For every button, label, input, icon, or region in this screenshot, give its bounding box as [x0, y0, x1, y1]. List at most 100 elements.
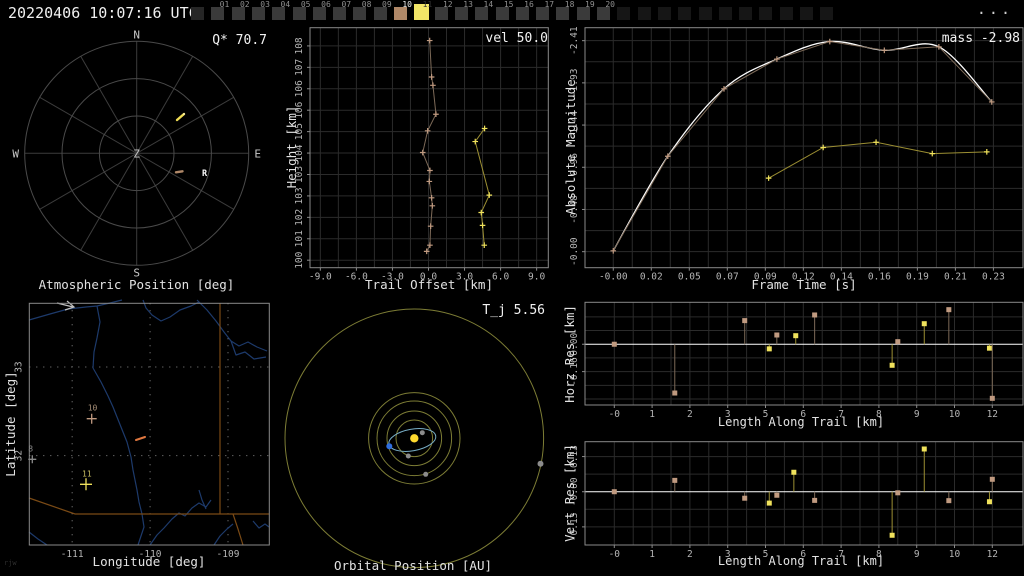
frame-cell-06: 06 — [312, 0, 333, 25]
data-point-marker — [611, 341, 617, 347]
frame-label: 07 — [341, 0, 352, 9]
data-point-marker — [774, 56, 780, 62]
data-point-marker — [774, 492, 780, 498]
residuals-charts: -0 1 2 3 5 6 7 8 9 10 120.00-0.16-0 1 2 3 5 6 7 8 9 10 120.1… — [569, 301, 1024, 560]
data-point-marker — [765, 175, 772, 181]
frame-box[interactable] — [698, 7, 712, 20]
frame-cell — [739, 0, 759, 25]
frame-cell-04: 04 — [272, 0, 292, 25]
frame-cell-01: 01 — [211, 0, 231, 25]
data-point-marker — [419, 149, 426, 156]
data-point-marker — [774, 332, 780, 338]
data-point-marker — [766, 500, 772, 506]
data-point-marker — [426, 37, 433, 44]
data-point-marker — [486, 192, 493, 198]
frame-cell-16: 16 — [515, 0, 536, 25]
overflow-menu-button[interactable]: ... — [977, 0, 1013, 18]
ground-map: 10118-111 -110 -1093332 — [13, 299, 270, 560]
data-point-marker — [429, 203, 436, 209]
compass-west-label: W — [12, 147, 19, 160]
y-tick-label: 100 — [294, 251, 305, 268]
frame-box[interactable] — [759, 7, 773, 20]
station-label: 11 — [82, 469, 92, 478]
frame-cell-14: 14 — [475, 0, 495, 25]
x-tick-label: 0.23 — [982, 272, 1005, 283]
frame-label: 09 — [382, 0, 392, 9]
frame-label: 03 — [260, 0, 270, 9]
data-point-marker — [929, 150, 936, 157]
frame-cell — [698, 0, 719, 25]
data-point-marker — [428, 74, 435, 80]
frame-box[interactable] — [820, 7, 834, 20]
frame-box[interactable] — [800, 7, 813, 20]
frame-box[interactable] — [657, 7, 671, 20]
frame-box[interactable] — [637, 7, 651, 20]
frame-cell — [800, 0, 820, 25]
x-tick-label: 10 — [949, 409, 961, 420]
panel-atmospheric-position: NSWEZR Q* 70.7 Atmospheric Position [deg… — [0, 25, 280, 300]
frame-box[interactable] — [617, 7, 631, 20]
reference-streak — [174, 170, 184, 174]
q-star-stat: Q* 70.7 — [212, 33, 267, 48]
x-tick-label: 12 — [987, 549, 998, 560]
frame-cell — [191, 0, 211, 25]
frame-cell — [759, 0, 779, 25]
frame-cell-13: 13 — [454, 0, 475, 25]
river — [213, 523, 234, 546]
data-point-marker — [793, 333, 799, 339]
radiant-label: R — [202, 169, 208, 179]
data-point-marker — [427, 167, 433, 174]
horz-res-xlabel: Length Along Trail [km] — [717, 415, 885, 429]
data-point-marker — [895, 490, 901, 496]
magnitude-chart: -0.00 0.02 0.05 0.07 0.09 0.12 0.14 0.16 0.19 0.2… — [569, 26, 1024, 283]
data-point-marker — [672, 390, 678, 396]
timestamp: 20220406 10:07:16 UTC — [8, 4, 198, 22]
frame-box[interactable] — [191, 7, 204, 20]
data-point-marker — [946, 498, 952, 504]
frame-cell-20: 20 — [597, 0, 617, 25]
state-border — [232, 513, 244, 546]
frame-label: 19 — [585, 0, 595, 9]
river — [252, 520, 270, 529]
frame-cell-15: 15 — [495, 0, 516, 25]
frame-label: 10 — [402, 0, 412, 9]
compass-north-label: N — [133, 28, 140, 41]
frame-time-xlabel: Frame Time [s] — [751, 277, 857, 292]
frame-box[interactable] — [718, 7, 732, 20]
atmospheric-polar-plot: NSW EZR — [12, 28, 261, 279]
planet-dot — [405, 453, 411, 459]
frame-selector[interactable]: 01 02 03 04 05 06 07 08 09 10 11 12 13 14 15 16 17 18 19 20 — [191, 0, 851, 25]
meteoroid-dot — [386, 443, 393, 450]
x-tick-label: -0 — [609, 549, 621, 560]
frame-cell-05: 05 — [292, 0, 313, 25]
frame-box[interactable] — [739, 7, 753, 20]
frame-cell — [637, 0, 658, 25]
data-point-marker — [611, 489, 617, 495]
frame-cell-11: 11 — [414, 0, 434, 25]
data-point-marker — [820, 144, 826, 151]
data-series-line — [768, 141, 987, 179]
data-point-marker — [984, 149, 990, 155]
panel-magnitude: -0.00 0.02 0.05 0.07 0.09 0.12 0.14 0.16 0.19 0.2… — [560, 25, 1024, 300]
frame-label: 08 — [361, 0, 372, 9]
x-tick-label: -0.00 — [599, 272, 628, 283]
frame-cell-19: 19 — [576, 0, 597, 25]
vert-res-ylabel: Vert Res [km] — [562, 444, 577, 542]
plot-frame — [584, 441, 1024, 546]
frame-cell — [820, 0, 840, 25]
zenith-label: Z — [133, 147, 140, 160]
frame-label: 12 — [442, 0, 453, 9]
data-point-marker — [610, 248, 617, 254]
x-tick-label: -0 — [609, 409, 621, 420]
frame-box[interactable] — [678, 7, 692, 20]
frame-cell-09: 09 — [373, 0, 394, 25]
frame-label: 17 — [544, 0, 555, 9]
planet-dot — [537, 460, 544, 467]
trail-offset-chart: -9.0 -6.0 -3.0 0.0 3.0 6.0 9.01001011021031031… — [294, 27, 549, 283]
frame-box[interactable] — [779, 7, 793, 20]
data-point-marker — [742, 495, 748, 501]
frame-label: 15 — [503, 0, 514, 9]
river — [92, 305, 101, 369]
data-point-marker — [478, 209, 485, 216]
frame-cell-03: 03 — [251, 0, 272, 25]
